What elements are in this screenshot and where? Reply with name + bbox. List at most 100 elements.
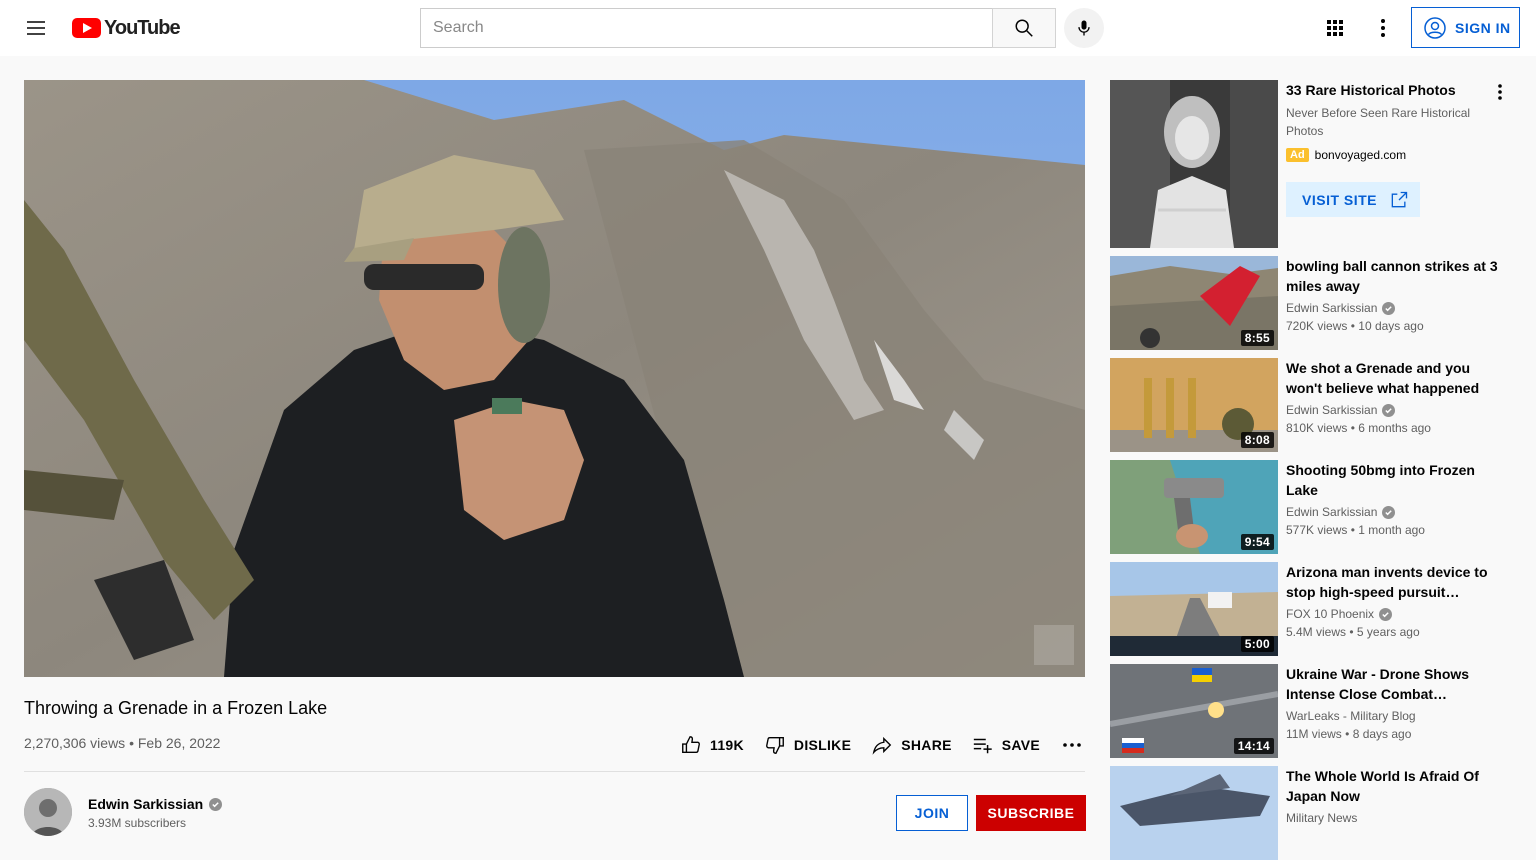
- youtube-logo[interactable]: YouTube: [72, 16, 181, 39]
- recommendation-thumbnail[interactable]: 14:14: [1110, 664, 1278, 758]
- video-actions: 119K DISLIKE SHARE SAVE: [670, 730, 1090, 760]
- verified-icon: [1382, 403, 1396, 417]
- recommendation-channel: Edwin Sarkissian: [1286, 505, 1396, 519]
- search-button[interactable]: [992, 8, 1056, 48]
- channel-label: Military News: [1286, 811, 1358, 825]
- rec-views: 577K views: [1286, 523, 1348, 537]
- recommendation-channel: FOX 10 Phoenix: [1286, 607, 1393, 621]
- meta-separator: •: [1345, 727, 1350, 741]
- recommendation-thumbnail[interactable]: 8:55: [1110, 256, 1278, 350]
- search-icon: [1015, 19, 1033, 37]
- channel-label: FOX 10 Phoenix: [1286, 607, 1375, 621]
- recommendation-thumbnail[interactable]: [1110, 766, 1278, 860]
- search-input[interactable]: [421, 9, 993, 47]
- recommendation-stats: 720K views • 10 days ago: [1286, 319, 1424, 333]
- recommendation-thumbnail[interactable]: 5:00: [1110, 562, 1278, 656]
- visit-site-label: VISIT SITE: [1302, 191, 1378, 208]
- recommendation-thumbnail[interactable]: 9:54: [1110, 460, 1278, 554]
- rec-views: 720K views: [1286, 319, 1348, 333]
- rec-views: 11M views: [1286, 727, 1342, 741]
- apps-button[interactable]: [1315, 8, 1355, 48]
- view-count: 2,270,306 views: [24, 735, 126, 751]
- visit-site-button[interactable]: VISIT SITE: [1286, 182, 1420, 217]
- video-duration: 14:14: [1233, 738, 1274, 754]
- recommendation-title[interactable]: bowling ball cannon strikes at 3 miles a…: [1286, 256, 1498, 296]
- ad-menu-button[interactable]: [1488, 80, 1512, 104]
- save-button[interactable]: SAVE: [962, 730, 1050, 760]
- video-player[interactable]: [24, 80, 1085, 677]
- share-label: SHARE: [901, 737, 952, 753]
- verified-icon: [209, 797, 223, 811]
- share-button[interactable]: SHARE: [861, 730, 962, 760]
- recommendation-stats: 5.4M views • 5 years ago: [1286, 625, 1420, 639]
- meta-separator: •: [1350, 319, 1355, 333]
- recommendation-title[interactable]: Ukraine War - Drone Shows Intense Close …: [1286, 664, 1498, 704]
- meta-separator: •: [1350, 421, 1355, 435]
- recommendation-item[interactable]: 8:08 We shot a Grenade and you won't bel…: [1110, 358, 1520, 452]
- dislike-button[interactable]: DISLIKE: [754, 730, 861, 760]
- verified-icon: [1382, 505, 1396, 519]
- recommendation-thumbnail[interactable]: 8:08: [1110, 358, 1278, 452]
- ad-image: [1110, 80, 1278, 248]
- recommendation-channel: Military News: [1286, 811, 1357, 825]
- channel-name[interactable]: Edwin Sarkissian: [88, 796, 223, 812]
- verified-icon: [1382, 301, 1396, 315]
- recommendation-item[interactable]: 8:55 bowling ball cannon strikes at 3 mi…: [1110, 256, 1520, 350]
- logo-text: YouTube: [104, 16, 181, 39]
- meta-separator: •: [129, 735, 134, 751]
- apps-grid-icon: [1327, 20, 1343, 36]
- recommendation-title[interactable]: We shot a Grenade and you won't believe …: [1286, 358, 1498, 398]
- join-button[interactable]: JOIN: [896, 795, 968, 831]
- more-vert-icon: [1381, 19, 1385, 37]
- more-horiz-icon: [1063, 743, 1081, 747]
- recommendation-title[interactable]: The Whole World Is Afraid Of Japan Now: [1286, 766, 1498, 806]
- thumb-image: [1110, 766, 1278, 860]
- ad-badge: Ad: [1286, 148, 1309, 162]
- channel-name-text: Edwin Sarkissian: [88, 796, 204, 812]
- account-circle-icon: [1424, 16, 1446, 39]
- recommendation-item[interactable]: 5:00 Arizona man invents device to stop …: [1110, 562, 1520, 656]
- menu-icon[interactable]: [24, 16, 48, 40]
- rec-age: 10 days ago: [1358, 319, 1424, 333]
- ad-description: Never Before Seen Rare Historical Photos: [1286, 106, 1471, 138]
- subscribe-button[interactable]: SUBSCRIBE: [976, 795, 1086, 831]
- sign-in-button[interactable]: SIGN IN: [1411, 7, 1520, 48]
- search-box: [420, 8, 993, 48]
- ad-thumbnail[interactable]: [1110, 80, 1278, 248]
- channel-label: Edwin Sarkissian: [1286, 403, 1378, 417]
- channel-avatar[interactable]: [24, 788, 72, 836]
- rec-age: 6 months ago: [1358, 421, 1431, 435]
- recommendation-channel: Edwin Sarkissian: [1286, 301, 1396, 315]
- rec-views: 5.4M views: [1286, 625, 1347, 639]
- recommendation-item[interactable]: The Whole World Is Afraid Of Japan Now M…: [1110, 766, 1520, 860]
- settings-more-button[interactable]: [1363, 8, 1403, 48]
- ad-title[interactable]: 33 Rare Historical Photos: [1286, 82, 1456, 98]
- masthead: YouTube SIGN IN: [0, 0, 1536, 56]
- video-duration: 9:54: [1240, 534, 1274, 550]
- verified-icon: [1379, 607, 1393, 621]
- subscriber-count: 3.93M subscribers: [88, 816, 187, 830]
- rec-views: 810K views: [1286, 421, 1348, 435]
- play-logo-icon: [72, 18, 101, 38]
- recommendation-channel: Edwin Sarkissian: [1286, 403, 1396, 417]
- like-button[interactable]: 119K: [670, 730, 754, 760]
- recommendation-stats: 577K views • 1 month ago: [1286, 523, 1425, 537]
- rec-age: 1 month ago: [1358, 523, 1425, 537]
- channel-label: Edwin Sarkissian: [1286, 301, 1378, 315]
- recommendation-item[interactable]: 14:14 Ukraine War - Drone Shows Intense …: [1110, 664, 1520, 758]
- voice-search-button[interactable]: [1064, 8, 1104, 48]
- recommendation-stats: 810K views • 6 months ago: [1286, 421, 1431, 435]
- recommendation-title[interactable]: Shooting 50bmg into Frozen Lake: [1286, 460, 1498, 500]
- recommendation-item[interactable]: 9:54 Shooting 50bmg into Frozen Lake Edw…: [1110, 460, 1520, 554]
- thumbs-down-icon: [765, 736, 784, 754]
- sign-in-label: SIGN IN: [1455, 19, 1511, 36]
- recommendation-channel: WarLeaks - Military Blog: [1286, 709, 1416, 723]
- recommendation-title[interactable]: Arizona man invents device to stop high-…: [1286, 562, 1498, 602]
- more-actions-button[interactable]: [1054, 730, 1090, 760]
- video-duration: 5:00: [1240, 636, 1274, 652]
- meta-separator: •: [1349, 625, 1354, 639]
- rec-age: 8 days ago: [1352, 727, 1412, 741]
- divider: [24, 771, 1085, 772]
- channel-label: WarLeaks - Military Blog: [1286, 709, 1416, 723]
- dislike-label: DISLIKE: [793, 737, 852, 753]
